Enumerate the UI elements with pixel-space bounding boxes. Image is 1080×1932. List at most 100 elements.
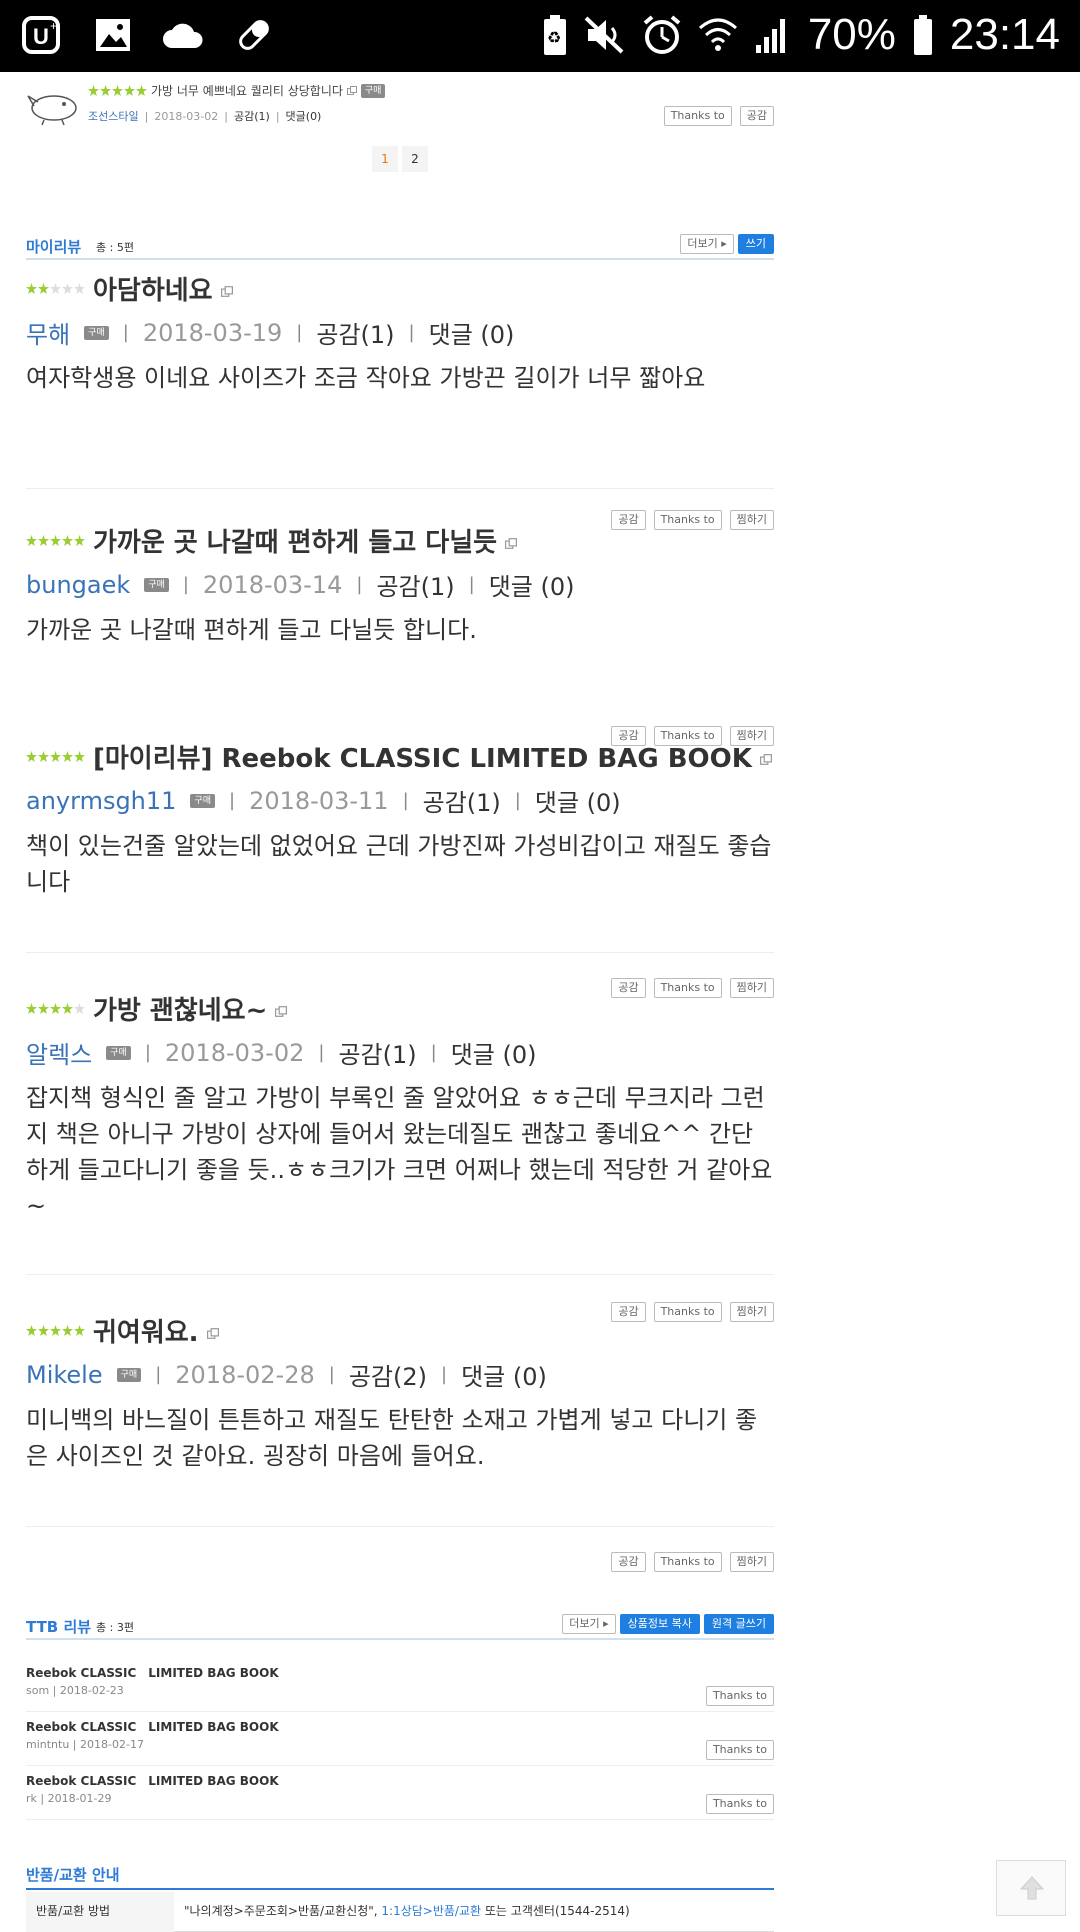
review-date: 2018-03-02 [164, 1038, 305, 1067]
review-author[interactable]: bungaek [26, 571, 130, 599]
purchase-badge: 구매 [84, 325, 109, 340]
meta-separator: | [468, 574, 475, 595]
thanks-button[interactable]: Thanks to [653, 1552, 722, 1572]
signal-icon [754, 15, 792, 55]
avatar [26, 84, 82, 126]
section-actions: 더보기 ▸ 쓰기 [680, 234, 774, 254]
purchase-badge: 구매 [144, 577, 169, 592]
review-date: 2018-03-14 [202, 570, 343, 599]
ttb-item-title[interactable]: Reebok CLASSIC LIMITED BAG BOOK [26, 1664, 279, 1681]
row-text: 또는 고객센터(1544-2514) [484, 1904, 630, 1918]
clock: 23:14 [949, 10, 1060, 59]
comment-count[interactable]: 댓글(0) [286, 108, 322, 124]
review-item: 가방 괜찮네요~ 알렉스 구매 | 2018-03-02 | 공감(1) | 댓… [26, 990, 774, 1322]
review-title[interactable]: 가까운 곳 나갈때 편하게 들고 다닐듯 [93, 522, 497, 559]
write-button[interactable]: 쓰기 [737, 234, 774, 254]
ttb-item-title[interactable]: Reebok CLASSIC LIMITED BAG BOOK [26, 1772, 279, 1789]
svg-text:U: U [33, 24, 49, 49]
review-divider [26, 488, 774, 489]
review-meta: 무해 구매 | 2018-03-19 | 공감(1) | 댓글 (0) [26, 315, 774, 350]
review-title[interactable]: 귀여워요. [93, 1312, 199, 1349]
scrap-button[interactable]: 찜하기 [729, 1552, 774, 1572]
review-author[interactable]: Mikele [26, 1361, 103, 1389]
review-body: 가까운 곳 나갈때 편하게 들고 다닐듯 합니다. [26, 616, 477, 644]
comment-count[interactable]: 댓글 (0) [535, 783, 621, 818]
page-2-button[interactable]: 2 [402, 146, 428, 172]
review-title[interactable]: 가방 괜찮네요~ [93, 990, 267, 1027]
review-divider [26, 952, 774, 953]
like-count: 공감(1) [316, 321, 395, 349]
status-bar: U + ♻ 70% 23:14 [0, 0, 1080, 72]
mute-icon [584, 14, 626, 56]
ttb-review-header: TTB 리뷰 총 : 3편 더보기 ▸ 상품정보 복사 원격 글쓰기 [26, 1612, 774, 1640]
more-button[interactable]: 더보기 ▸ [562, 1614, 616, 1634]
review-author[interactable]: 알렉스 [26, 1035, 92, 1070]
more-button[interactable]: 더보기 ▸ [680, 234, 734, 254]
section-count: 총 : 5편 [96, 241, 134, 254]
scroll-to-top-button[interactable] [996, 1860, 1066, 1916]
section-title: 반품/교환 안내 [26, 1866, 120, 1884]
review-date: 2018-03-11 [249, 786, 389, 815]
thanks-button[interactable]: Thanks to [705, 1740, 774, 1760]
svg-text:♻: ♻ [547, 30, 561, 47]
wifi-icon [698, 14, 738, 56]
review-body: 여자학생용 이네요 사이즈가 조금 작아요 가방끈 길이가 너무 짧아요 [26, 364, 706, 392]
meta-separator: | [408, 322, 415, 343]
alarm-icon [642, 14, 682, 56]
review-meta: anyrmsgh11 구매 | 2018-03-11 | 공감(1) | 댓글 … [26, 783, 774, 818]
copy-product-info-button[interactable]: 상품정보 복사 [619, 1614, 700, 1634]
review-title-row: 귀여워요. [26, 1312, 774, 1349]
u-plus-icon: U + [22, 14, 64, 56]
review-title-row: 가까운 곳 나갈때 편하게 들고 다닐듯 [26, 522, 774, 559]
review-title-row: 아담하네요 [26, 270, 774, 307]
meta-separator: | [275, 109, 280, 123]
row-text: "나의계정>주문조회>반품/교환신청", [184, 1904, 378, 1918]
remote-write-button[interactable]: 원격 글쓰기 [703, 1614, 774, 1634]
thanks-button[interactable]: Thanks to [705, 1686, 774, 1706]
ttb-item-title[interactable]: Reebok CLASSIC LIMITED BAG BOOK [26, 1718, 279, 1735]
review-title[interactable]: [마이리뷰] Reebok CLASSIC LIMITED BAG BOOK [93, 738, 752, 775]
meta-separator: | [440, 1364, 448, 1385]
review-author[interactable]: anyrmsgh11 [26, 787, 176, 815]
review-title[interactable]: 아담하네요 [93, 270, 213, 307]
review-body: 책이 있는건줄 알았는데 없었어요 근데 가방진짜 가성비갑이고 재질도 좋습니… [26, 832, 772, 896]
consult-link[interactable]: 1:1상담>반품/교환 [381, 1904, 481, 1918]
like-count: 공감(1) [422, 789, 501, 817]
svg-text:+: + [50, 19, 57, 33]
purchase-badge: 구매 [106, 1045, 131, 1060]
purchase-badge: 구매 [190, 793, 215, 808]
comment-count[interactable]: 댓글 (0) [461, 1357, 547, 1392]
meta-separator: | [296, 322, 303, 343]
review-title-row: [마이리뷰] Reebok CLASSIC LIMITED BAG BOOK [26, 738, 774, 775]
comment-count[interactable]: 댓글 (0) [451, 1035, 537, 1070]
review-meta: bungaek 구매 | 2018-03-14 | 공감(1) | 댓글 (0) [26, 567, 774, 602]
page-1-button[interactable]: 1 [372, 146, 398, 172]
section-title: TTB 리뷰 [26, 1618, 92, 1636]
like-count: 공감(1) [233, 110, 270, 123]
review-meta: Mikele 구매 | 2018-02-28 | 공감(2) | 댓글 (0) [26, 1357, 774, 1392]
comment-count[interactable]: 댓글 (0) [429, 315, 515, 350]
previous-review-title-row: 가방 너무 예쁘네요 퀄리티 상당합니다 구매 [88, 82, 386, 99]
previous-review-title[interactable]: 가방 너무 예쁘네요 퀄리티 상당합니다 [151, 82, 343, 99]
meta-separator: | [402, 790, 409, 811]
thanks-button[interactable]: Thanks to [705, 1794, 774, 1814]
return-method-row: 반품/교환 방법 "나의계정>주문조회>반품/교환신청", 1:1상담>반품/교… [26, 1892, 774, 1932]
previous-review-meta: 조선스타일 | 2018-03-02 | 공감(1) | 댓글(0) [88, 108, 321, 124]
review-author[interactable]: 조선스타일 [88, 108, 139, 124]
comment-count[interactable]: 댓글 (0) [489, 567, 575, 602]
return-exchange-header: 반품/교환 안내 [26, 1864, 774, 1890]
like-button[interactable]: 공감 [611, 1552, 646, 1572]
previous-review-item: 가방 너무 예쁘네요 퀄리티 상당합니다 구매 조선스타일 | 2018-03-… [26, 78, 774, 134]
like-button[interactable]: 공감 [739, 106, 774, 126]
battery-percent: 70% [807, 10, 896, 59]
meta-separator: | [144, 109, 149, 123]
battery-saver-icon: ♻ [542, 13, 568, 57]
pagination: 1 2 [372, 146, 428, 172]
image-icon [94, 16, 132, 54]
thanks-button[interactable]: Thanks to [663, 106, 732, 126]
ttb-item-meta: mintntu | 2018-02-17 [26, 1738, 144, 1751]
like-count: 공감(2) [348, 1363, 427, 1391]
ttb-list-item: Reebok CLASSIC LIMITED BAG BOOK mintntu … [26, 1712, 774, 1766]
review-date: 2018-03-02 [154, 109, 219, 123]
review-author[interactable]: 무해 [26, 315, 70, 350]
